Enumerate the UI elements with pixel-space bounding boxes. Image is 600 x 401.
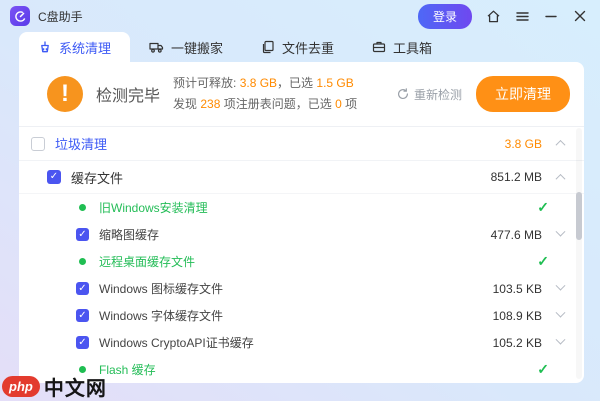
check-icon: ✓ <box>537 361 549 378</box>
scrollbar-thumb[interactable] <box>576 192 582 240</box>
list-item[interactable]: Windows CryptoAPI证书缓存 105.2 KB <box>19 329 584 356</box>
watermark-badge: php <box>2 376 40 397</box>
check-icon: ✓ <box>537 253 549 270</box>
watermark-text: 中文网 <box>44 372 107 401</box>
tab-label: 一键搬家 <box>171 38 223 57</box>
recheck-label: 重新检测 <box>414 86 462 103</box>
registry-selected-count: 0 <box>335 97 342 111</box>
releasable-size: 3.8 GB <box>240 76 277 90</box>
tab-file-dedupe[interactable]: 文件去重 <box>242 32 353 62</box>
list-item[interactable]: 远程桌面缓存文件 ✓ <box>19 248 584 275</box>
item-label: 旧Windows安装清理 <box>99 199 208 216</box>
item-label: Windows 图标缓存文件 <box>99 280 223 297</box>
main-panel: ! 检测完毕 预计可释放: 3.8 GB，已选 1.5 GB 发现 238 项注… <box>19 62 584 383</box>
registry-line: 发现 238 项注册表问题，已选 0 项 <box>173 94 357 115</box>
close-icon[interactable] <box>572 8 588 24</box>
site-watermark: php 中文网 <box>2 372 107 401</box>
recheck-button[interactable]: 重新检测 <box>397 86 462 103</box>
group-row-junk-clean[interactable]: 垃圾清理 3.8 GB <box>19 127 584 161</box>
scan-detail-lines: 预计可释放: 3.8 GB，已选 1.5 GB 发现 238 项注册表问题，已选… <box>173 73 357 115</box>
item-label: Flash 缓存 <box>99 361 156 378</box>
item-checkbox[interactable] <box>76 282 89 295</box>
releasable-line: 预计可释放: 3.8 GB，已选 1.5 GB <box>173 73 357 94</box>
subgroup-row-cache-files[interactable]: 缓存文件 851.2 MB <box>19 161 584 194</box>
scrollbar-track[interactable] <box>576 128 582 379</box>
tab-label: 工具箱 <box>393 38 432 57</box>
cache-items: 旧Windows安装清理 ✓ 缩略图缓存 477.6 MB 远程桌面缓存文件 ✓… <box>19 194 584 383</box>
tab-system-clean[interactable]: 系统清理 <box>19 32 130 62</box>
list-item[interactable]: 旧Windows安装清理 ✓ <box>19 194 584 221</box>
registry-issue-count: 238 <box>200 97 220 111</box>
app-logo-gauge-icon <box>10 6 30 26</box>
item-checkbox[interactable] <box>76 309 89 322</box>
list-item[interactable]: Windows 图标缓存文件 103.5 KB <box>19 275 584 302</box>
item-label: 缩略图缓存 <box>99 226 159 243</box>
item-label: 远程桌面缓存文件 <box>99 253 195 270</box>
titlebar: C盘助手 登录 <box>0 0 600 32</box>
subgroup-size: 851.2 MB <box>491 170 542 184</box>
item-checkbox[interactable] <box>76 336 89 349</box>
scan-status: 检测完毕 <box>96 82 160 106</box>
app-title: C盘助手 <box>38 8 83 25</box>
scan-summary: ! 检测完毕 预计可释放: 3.8 GB，已选 1.5 GB 发现 238 项注… <box>19 62 584 126</box>
tab-one-key-move[interactable]: 一键搬家 <box>130 32 242 62</box>
item-checkbox[interactable] <box>76 228 89 241</box>
group-label: 垃圾清理 <box>55 134 107 153</box>
clean-now-button[interactable]: 立即清理 <box>476 76 570 112</box>
toolbox-icon <box>372 40 386 54</box>
refresh-icon <box>397 88 409 100</box>
list-item[interactable]: 缩略图缓存 477.6 MB <box>19 221 584 248</box>
chevron-up-icon[interactable] <box>556 140 566 150</box>
tab-label: 系统清理 <box>59 38 111 57</box>
minimize-icon[interactable] <box>543 8 559 24</box>
home-icon[interactable] <box>485 8 501 24</box>
item-label: Windows CryptoAPI证书缓存 <box>99 334 254 351</box>
chevron-down-icon[interactable] <box>556 281 566 291</box>
chevron-up-icon[interactable] <box>556 173 566 183</box>
menu-icon[interactable] <box>514 8 530 24</box>
dedupe-icon <box>261 40 275 54</box>
subgroup-checkbox[interactable] <box>47 170 61 184</box>
green-dot-icon <box>79 258 86 265</box>
subgroup-label: 缓存文件 <box>71 168 123 187</box>
login-button[interactable]: 登录 <box>418 4 472 29</box>
warning-icon: ! <box>47 76 83 112</box>
list-item[interactable]: Windows 字体缓存文件 108.9 KB <box>19 302 584 329</box>
check-icon: ✓ <box>537 199 549 216</box>
group-size: 3.8 GB <box>505 137 542 151</box>
tab-label: 文件去重 <box>282 38 334 57</box>
group-checkbox[interactable] <box>31 137 45 151</box>
item-size: 108.9 KB <box>493 309 542 323</box>
tab-toolbox[interactable]: 工具箱 <box>353 32 451 62</box>
chevron-down-icon[interactable] <box>556 335 566 345</box>
green-dot-icon <box>79 204 86 211</box>
chevron-down-icon[interactable] <box>556 308 566 318</box>
item-size: 477.6 MB <box>491 228 542 242</box>
item-label: Windows 字体缓存文件 <box>99 307 223 324</box>
clean-icon <box>38 40 52 54</box>
chevron-down-icon[interactable] <box>556 227 566 237</box>
selected-size: 1.5 GB <box>316 76 353 90</box>
move-truck-icon <box>149 40 164 54</box>
item-size: 105.2 KB <box>493 336 542 350</box>
tab-bar: 系统清理 一键搬家 文件去重 工具箱 <box>0 32 600 62</box>
item-size: 103.5 KB <box>493 282 542 296</box>
